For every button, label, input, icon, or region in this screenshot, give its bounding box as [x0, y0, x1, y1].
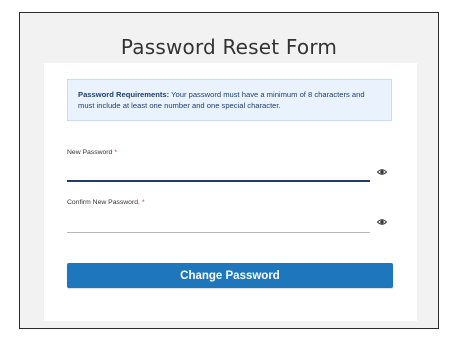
form-card: Password Requirements: Your password mus…: [44, 63, 417, 321]
new-password-underline: [67, 180, 370, 182]
password-requirements-notice: Password Requirements: Your password mus…: [67, 79, 392, 121]
notice-heading: Password Requirements:: [78, 90, 170, 99]
new-password-label: New Password *: [67, 149, 117, 156]
new-password-label-text: New Password: [67, 149, 113, 156]
confirm-password-label-text: Confirm New Password.: [67, 199, 140, 206]
confirm-password-input[interactable]: [67, 215, 370, 231]
page-title: Password Reset Form: [120, 35, 338, 59]
change-password-button[interactable]: Change Password: [67, 263, 393, 288]
required-marker: *: [114, 149, 117, 156]
page-frame: Password Reset Form Password Requirement…: [19, 12, 439, 329]
confirm-password-underline: [67, 232, 370, 233]
eye-icon[interactable]: [377, 168, 387, 176]
confirm-password-label: Confirm New Password. *: [67, 199, 145, 206]
new-password-input[interactable]: [67, 163, 370, 179]
eye-icon[interactable]: [377, 218, 387, 226]
required-marker: *: [141, 199, 145, 206]
